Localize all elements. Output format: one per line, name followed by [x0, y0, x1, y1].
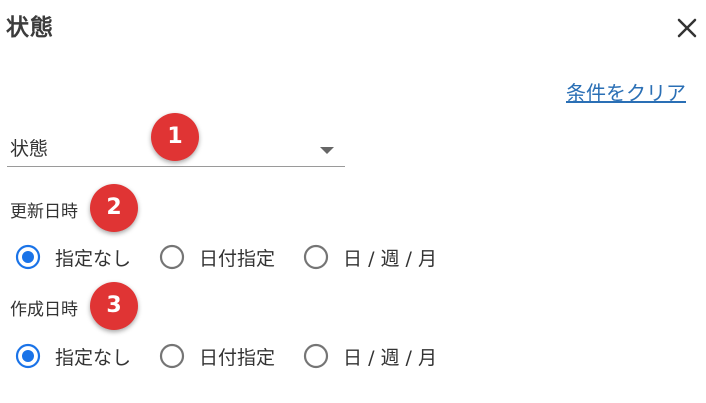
annotation-badge-1: 1 [151, 113, 199, 161]
created-date-option-none[interactable]: 指定なし [15, 343, 131, 370]
radio-selected-icon [15, 343, 41, 369]
updated-date-options: 指定なし 日付指定 日 / 週 / 月 [15, 242, 437, 272]
radio-label: 日 / 週 / 月 [343, 247, 437, 270]
updated-date-option-none[interactable]: 指定なし [15, 244, 131, 271]
updated-date-label: 更新日時 [10, 202, 78, 222]
close-icon[interactable] [672, 13, 702, 43]
radio-unselected-icon [159, 244, 185, 270]
clear-conditions-link[interactable]: 条件をクリア [566, 77, 686, 106]
radio-label: 日 / 週 / 月 [343, 346, 437, 369]
dropdown-arrow-icon [319, 141, 335, 160]
updated-date-option-period[interactable]: 日 / 週 / 月 [303, 244, 437, 271]
status-select-value: 状態 [10, 138, 49, 160]
updated-date-option-date[interactable]: 日付指定 [159, 244, 275, 271]
annotation-badge-3: 3 [90, 282, 138, 330]
radio-unselected-icon [303, 244, 329, 270]
created-date-options: 指定なし 日付指定 日 / 週 / 月 [15, 341, 437, 371]
annotation-badge-2: 2 [90, 184, 138, 232]
radio-unselected-icon [159, 343, 185, 369]
radio-label: 指定なし [55, 247, 132, 270]
created-date-label: 作成日時 [10, 300, 78, 320]
radio-label: 日付指定 [199, 346, 276, 369]
radio-label: 指定なし [55, 346, 132, 369]
radio-unselected-icon [303, 343, 329, 369]
radio-selected-icon [15, 244, 41, 270]
created-date-option-date[interactable]: 日付指定 [159, 343, 275, 370]
dialog-title: 状態 [6, 15, 54, 41]
radio-label: 日付指定 [199, 247, 276, 270]
created-date-option-period[interactable]: 日 / 週 / 月 [303, 343, 437, 370]
